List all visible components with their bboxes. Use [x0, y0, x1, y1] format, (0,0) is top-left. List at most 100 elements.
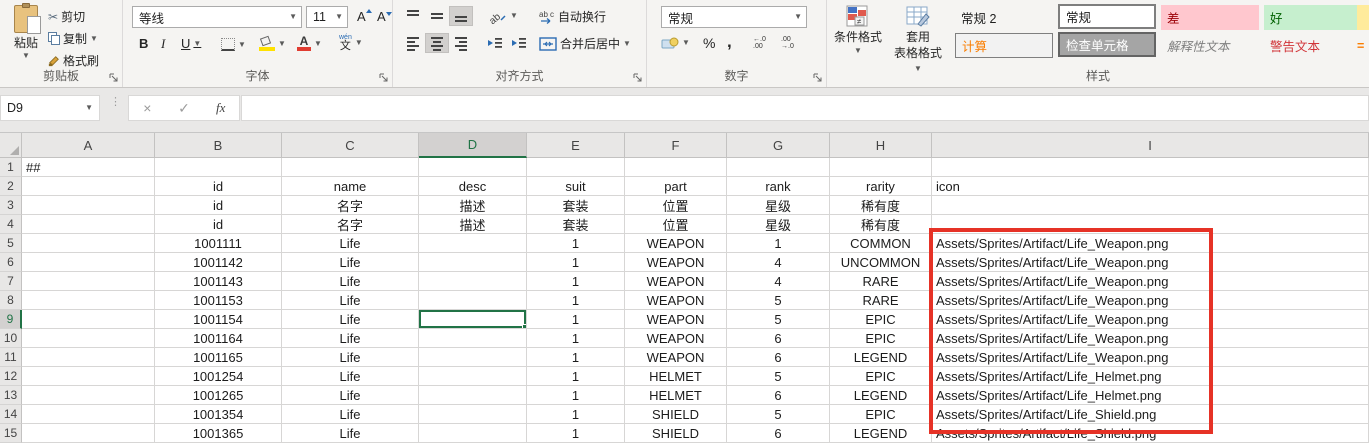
paste-button[interactable]: 粘贴 ▼	[5, 5, 47, 71]
cell-H11[interactable]: LEGEND	[830, 348, 932, 367]
font-color-button[interactable]: A▼	[293, 34, 326, 53]
cell-style-normal[interactable]: 常规	[1058, 4, 1156, 29]
cell-style-bad[interactable]: 差	[1161, 5, 1259, 30]
cell-D13[interactable]	[419, 386, 527, 405]
cell-B5[interactable]: 1001111	[155, 234, 282, 253]
cell-D1[interactable]	[419, 158, 527, 177]
cell-B9[interactable]: 1001154	[155, 310, 282, 329]
cell-B6[interactable]: 1001142	[155, 253, 282, 272]
cell-G5[interactable]: 1	[727, 234, 830, 253]
font-name-combo[interactable]: 等线 ▼	[132, 6, 302, 28]
cell-C5[interactable]: Life	[282, 234, 419, 253]
cell-C12[interactable]: Life	[282, 367, 419, 386]
cell-D6[interactable]	[419, 253, 527, 272]
cell-G8[interactable]: 5	[727, 291, 830, 310]
cell-F13[interactable]: HELMET	[625, 386, 727, 405]
cell-H12[interactable]: EPIC	[830, 367, 932, 386]
row-header-7[interactable]: 7	[0, 272, 22, 291]
increase-indent-button[interactable]	[507, 33, 531, 53]
decrease-indent-button[interactable]	[483, 33, 507, 53]
align-bottom-button[interactable]	[449, 6, 473, 26]
align-middle-button[interactable]	[425, 6, 449, 26]
cell-I1[interactable]	[932, 158, 1369, 177]
cell-G7[interactable]: 4	[727, 272, 830, 291]
cell-F12[interactable]: HELMET	[625, 367, 727, 386]
orientation-button[interactable]: ab▼	[485, 6, 522, 26]
enter-button[interactable]: ✓	[166, 100, 203, 117]
cell-B3[interactable]: id	[155, 196, 282, 215]
cell-C1[interactable]	[282, 158, 419, 177]
cell-B14[interactable]: 1001354	[155, 405, 282, 424]
underline-button[interactable]: U▼	[177, 34, 205, 53]
row-header-4[interactable]: 4	[0, 215, 22, 234]
cell-I2[interactable]: icon	[932, 177, 1369, 196]
cell-F3[interactable]: 位置	[625, 196, 727, 215]
cell-H3[interactable]: 稀有度	[830, 196, 932, 215]
cell-E9[interactable]: 1	[527, 310, 625, 329]
cell-A6[interactable]	[22, 253, 155, 272]
cell-G9[interactable]: 5	[727, 310, 830, 329]
cell-E13[interactable]: 1	[527, 386, 625, 405]
cell-E1[interactable]	[527, 158, 625, 177]
cell-G4[interactable]: 星级	[727, 215, 830, 234]
cell-B10[interactable]: 1001164	[155, 329, 282, 348]
cell-C14[interactable]: Life	[282, 405, 419, 424]
cell-B15[interactable]: 1001365	[155, 424, 282, 443]
row-header-9[interactable]: 9	[0, 310, 22, 329]
cell-G14[interactable]: 5	[727, 405, 830, 424]
number-dialog-launcher-icon[interactable]	[813, 73, 823, 83]
cell-A4[interactable]	[22, 215, 155, 234]
merge-center-button[interactable]: 合并后居中 ▼	[535, 33, 635, 54]
cell-G15[interactable]: 6	[727, 424, 830, 443]
cell-A15[interactable]	[22, 424, 155, 443]
cell-style-normal2[interactable]: 常规 2	[955, 5, 1053, 30]
row-header-8[interactable]: 8	[0, 291, 22, 310]
conditional-formatting-button[interactable]: ≠ 条件格式 ▼	[832, 5, 884, 55]
row-header-15[interactable]: 15	[0, 424, 22, 443]
cell-F14[interactable]: SHIELD	[625, 405, 727, 424]
align-left-button[interactable]	[401, 33, 425, 53]
copy-button[interactable]: 复制 ▼	[48, 30, 98, 47]
cell-C8[interactable]: Life	[282, 291, 419, 310]
cell-B13[interactable]: 1001265	[155, 386, 282, 405]
cell-D7[interactable]	[419, 272, 527, 291]
cell-style-warning[interactable]: 警告文本	[1264, 33, 1362, 58]
cell-D4[interactable]: 描述	[419, 215, 527, 234]
cell-C9[interactable]: Life	[282, 310, 419, 329]
cell-F5[interactable]: WEAPON	[625, 234, 727, 253]
cell-D2[interactable]: desc	[419, 177, 527, 196]
align-right-button[interactable]	[449, 33, 473, 53]
column-header-B[interactable]: B	[155, 133, 282, 158]
cell-D5[interactable]	[419, 234, 527, 253]
cell-C10[interactable]: Life	[282, 329, 419, 348]
cell-D9[interactable]	[419, 310, 527, 329]
cell-A1[interactable]: ##	[22, 158, 155, 177]
row-header-3[interactable]: 3	[0, 196, 22, 215]
formula-bar-grip[interactable]: ⋮	[110, 100, 121, 105]
cancel-button[interactable]: ×	[129, 100, 166, 116]
cell-B11[interactable]: 1001165	[155, 348, 282, 367]
insert-function-button[interactable]: fx	[202, 100, 239, 116]
cell-A2[interactable]	[22, 177, 155, 196]
column-header-F[interactable]: F	[625, 133, 727, 158]
cell-I3[interactable]	[932, 196, 1369, 215]
cell-style-calculation[interactable]: 计算	[955, 33, 1053, 58]
cell-C4[interactable]: 名字	[282, 215, 419, 234]
cell-F8[interactable]: WEAPON	[625, 291, 727, 310]
percent-style-button[interactable]: %	[699, 33, 719, 53]
cell-H5[interactable]: COMMON	[830, 234, 932, 253]
cell-A5[interactable]	[22, 234, 155, 253]
font-dialog-launcher-icon[interactable]	[379, 73, 389, 83]
cell-I13[interactable]: Assets/Sprites/Artifact/Life_Helmet.png	[932, 386, 1369, 405]
cell-G2[interactable]: rank	[727, 177, 830, 196]
cell-E10[interactable]: 1	[527, 329, 625, 348]
increase-decimal-button[interactable]: ←.0.00	[749, 34, 770, 52]
column-header-G[interactable]: G	[727, 133, 830, 158]
cell-F10[interactable]: WEAPON	[625, 329, 727, 348]
cell-F1[interactable]	[625, 158, 727, 177]
cell-C6[interactable]: Life	[282, 253, 419, 272]
font-size-combo[interactable]: 11 ▼	[306, 6, 348, 28]
cell-F6[interactable]: WEAPON	[625, 253, 727, 272]
cell-E6[interactable]: 1	[527, 253, 625, 272]
cell-style-good[interactable]: 好	[1264, 5, 1362, 30]
